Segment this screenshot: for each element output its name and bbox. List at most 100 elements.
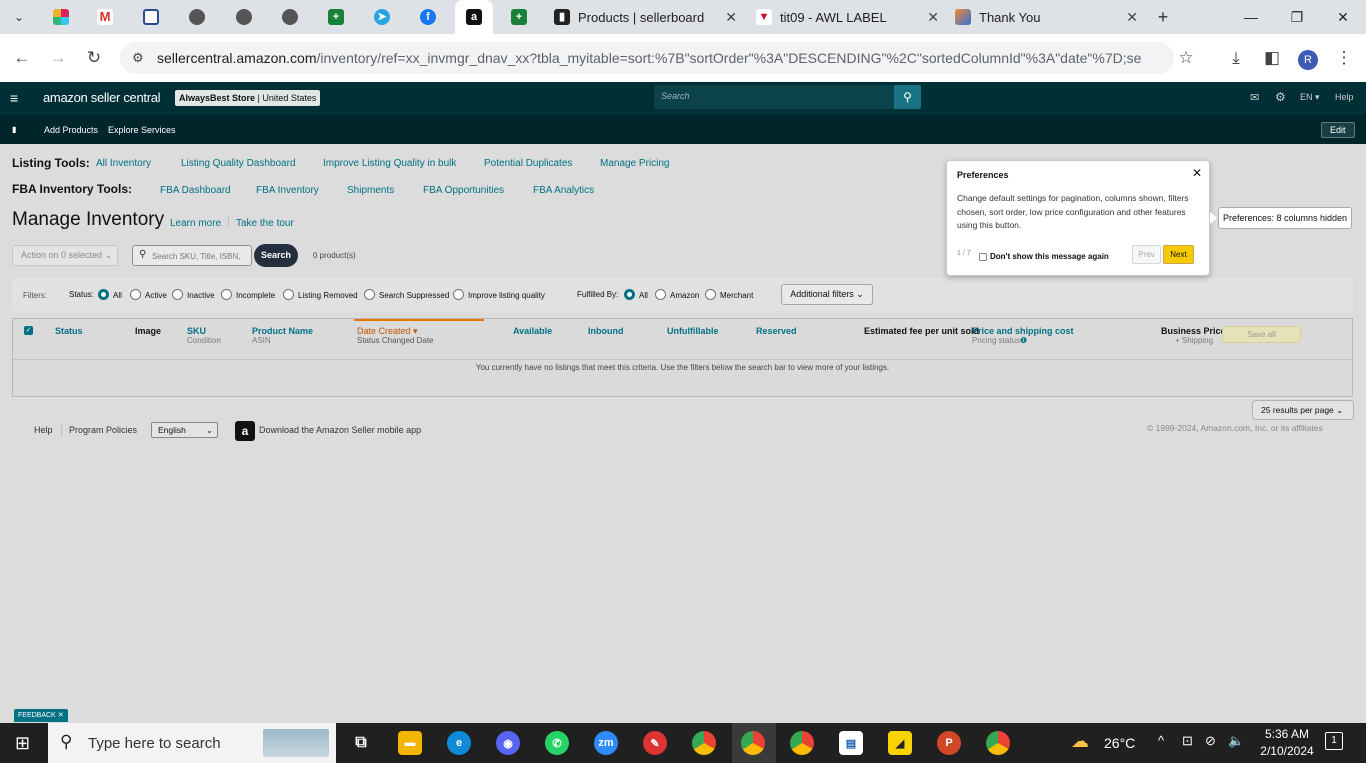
network-icon[interactable]: ⊡	[1182, 733, 1193, 749]
col-reserved[interactable]: Reserved	[756, 326, 797, 336]
restore-button[interactable]: ❐	[1274, 0, 1320, 34]
chrome-icon[interactable]	[986, 731, 1010, 755]
bookmark-icon[interactable]: ▮	[12, 125, 16, 134]
close-icon[interactable]: ✕	[1192, 166, 1202, 180]
weather-temp[interactable]: 26°C	[1104, 735, 1135, 751]
results-per-page-select[interactable]: 25 results per page ⌄	[1252, 400, 1354, 420]
address-bar[interactable]: ⚙ sellercentral.amazon.com/inventory/ref…	[120, 42, 1174, 74]
link-all-inventory[interactable]: All Inventory	[96, 158, 151, 169]
learn-more-link[interactable]: Learn more	[170, 218, 221, 229]
tab-calendar[interactable]	[132, 0, 170, 34]
file-explorer-icon[interactable]: ▬	[398, 731, 422, 755]
inventory-search-button[interactable]: Search	[254, 244, 298, 267]
store-switcher[interactable]: AlwaysBest Store | United States	[175, 90, 321, 106]
powerpoint-icon[interactable]: P	[937, 731, 961, 755]
volume-icon[interactable]: 🔈	[1228, 733, 1244, 749]
paint-icon[interactable]: ✎	[643, 731, 667, 755]
edge-icon[interactable]: e	[447, 731, 471, 755]
tab-telegram[interactable]: ➤	[363, 0, 401, 34]
col-inbound[interactable]: Inbound	[588, 326, 624, 336]
chrome-profile-icon[interactable]	[790, 731, 814, 755]
wifi-off-icon[interactable]: ⊘	[1205, 733, 1216, 749]
sticky-notes-icon[interactable]: ◢	[888, 731, 912, 755]
hamburger-menu-icon[interactable]: ≡	[10, 90, 18, 106]
tab-awl-label[interactable]: ▼ tit09 - AWL LABEL ✕	[748, 0, 951, 34]
tab-globe-3[interactable]	[271, 0, 309, 34]
side-panel-button[interactable]: ◧	[1260, 46, 1284, 70]
seller-central-logo[interactable]: amazon seller central	[43, 90, 161, 105]
tab-globe-2[interactable]	[225, 0, 263, 34]
link-fba-inventory[interactable]: FBA Inventory	[256, 185, 319, 196]
link-manage-pricing[interactable]: Manage Pricing	[600, 158, 669, 169]
chevron-up-icon[interactable]: ^	[1158, 733, 1164, 748]
subnav-add-products[interactable]: Add Products	[44, 125, 98, 135]
tab-sellerboard[interactable]: ▮ Products | sellerboard ✕	[546, 0, 749, 34]
browser-menu-button[interactable]: ⋮	[1332, 46, 1356, 70]
fulfilled-radio-merchant[interactable]: Merchant	[705, 289, 753, 300]
link-listing-quality-dashboard[interactable]: Listing Quality Dashboard	[181, 158, 296, 169]
tab-facebook[interactable]: f	[409, 0, 447, 34]
back-button[interactable]: ←	[10, 46, 34, 70]
chrome-profile-icon[interactable]	[741, 731, 765, 755]
help-link[interactable]: Help	[1335, 92, 1354, 102]
zoom-icon[interactable]: zm	[594, 731, 618, 755]
edit-nav-button[interactable]: Edit	[1321, 122, 1355, 138]
additional-filters-button[interactable]: Additional filters ⌄	[781, 284, 873, 305]
tab-globe-1[interactable]	[178, 0, 216, 34]
link-improve-listing-quality[interactable]: Improve Listing Quality in bulk	[323, 158, 456, 169]
link-fba-opportunities[interactable]: FBA Opportunities	[423, 185, 504, 196]
clock-date[interactable]: 2/10/2024	[1254, 744, 1320, 758]
footer-language-select[interactable]: English ⌄	[151, 422, 218, 438]
fulfilled-radio-all[interactable]: All	[624, 289, 648, 300]
new-tab-button[interactable]: +	[1144, 0, 1182, 34]
info-icon[interactable]: ❶	[1020, 336, 1027, 345]
status-radio-listing-removed[interactable]: Listing Removed	[283, 289, 358, 300]
close-icon[interactable]: ✕	[927, 9, 939, 26]
site-info-icon[interactable]: ⚙	[132, 50, 144, 66]
col-sku[interactable]: SKU	[187, 326, 206, 336]
tab-sheets-2[interactable]: +	[500, 0, 538, 34]
notifications-icon[interactable]: 1	[1325, 732, 1343, 750]
tab-thank-you[interactable]: Thank You ✕	[947, 0, 1150, 34]
status-radio-improve-quality[interactable]: Improve listing quality	[453, 289, 545, 300]
tab-sheets-1[interactable]: +	[317, 0, 355, 34]
tab-search-button[interactable]: ⌄	[0, 0, 38, 34]
status-radio-inactive[interactable]: Inactive	[172, 289, 215, 300]
weather-icon[interactable]: ☁	[1071, 731, 1089, 752]
prev-button[interactable]: Prev	[1132, 245, 1161, 264]
col-status[interactable]: Status	[55, 326, 83, 336]
downloads-button[interactable]: ⤓	[1224, 46, 1248, 70]
language-selector[interactable]: EN ▾	[1300, 92, 1320, 103]
footer-help-link[interactable]: Help	[34, 425, 53, 435]
close-icon[interactable]: ✕	[58, 712, 64, 719]
clock-time[interactable]: 5:36 AM	[1258, 727, 1316, 741]
close-icon[interactable]: ✕	[725, 9, 737, 26]
next-button[interactable]: Next	[1163, 245, 1194, 264]
tab-gmail[interactable]: M	[86, 0, 124, 34]
reload-button[interactable]: ↻	[82, 46, 106, 70]
tab-slack[interactable]	[42, 0, 80, 34]
link-fba-analytics[interactable]: FBA Analytics	[533, 185, 594, 196]
profile-button[interactable]: R	[1296, 46, 1320, 70]
forward-button[interactable]: →	[46, 46, 70, 70]
discord-icon[interactable]: ◉	[496, 731, 520, 755]
col-unfulfillable[interactable]: Unfulfillable	[667, 326, 719, 336]
footer-policies-link[interactable]: Program Policies	[69, 425, 137, 435]
preferences-button[interactable]: Preferences: 8 columns hidden	[1218, 207, 1352, 229]
gear-icon[interactable]: ⚙	[1275, 90, 1286, 104]
col-product-name[interactable]: Product Name	[252, 326, 313, 336]
amazon-app-icon[interactable]: a	[235, 421, 255, 441]
link-potential-duplicates[interactable]: Potential Duplicates	[484, 158, 572, 169]
download-app-link[interactable]: Download the Amazon Seller mobile app	[259, 425, 421, 435]
status-radio-active[interactable]: Active	[130, 289, 167, 300]
fulfilled-radio-amazon[interactable]: Amazon	[655, 289, 699, 300]
status-radio-incomplete[interactable]: Incomplete	[221, 289, 275, 300]
save-all-button[interactable]: Save all	[1222, 326, 1301, 343]
inventory-search-input[interactable]: ⚲ Search SKU, Title, ISBN,	[132, 245, 252, 266]
feedback-button[interactable]: FEEDBACK ✕	[14, 709, 68, 722]
select-all-checkbox[interactable]: ✓	[24, 326, 33, 335]
subnav-explore-services[interactable]: Explore Services	[108, 125, 176, 135]
bookmark-button[interactable]: ☆	[1174, 46, 1198, 70]
bulk-action-select[interactable]: Action on 0 selected ⌄	[12, 245, 118, 266]
tab-amazon-active[interactable]: a	[455, 0, 493, 34]
